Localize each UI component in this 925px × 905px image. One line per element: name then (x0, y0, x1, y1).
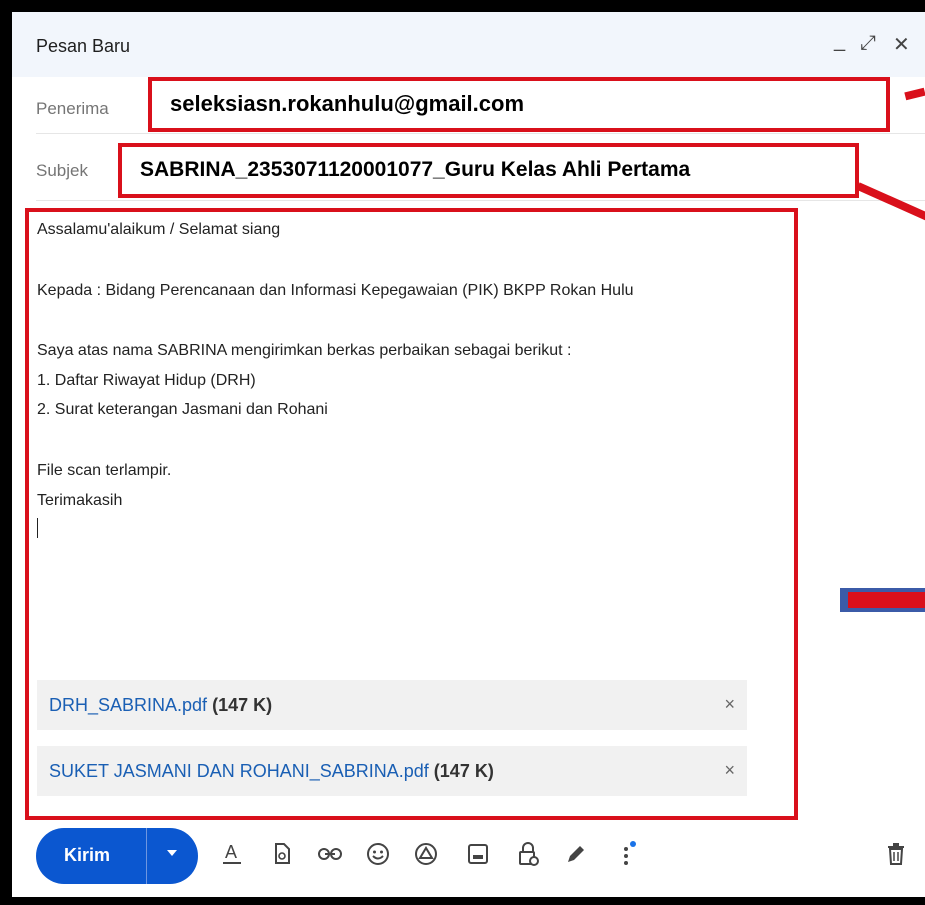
recipient-label: Penerima (36, 99, 109, 118)
send-divider (146, 828, 147, 884)
insert-photo-icon[interactable] (464, 840, 492, 868)
subject-label: Subjek (36, 161, 88, 180)
more-options-icon[interactable] (612, 840, 640, 868)
remove-attachment-icon[interactable]: × (724, 760, 735, 781)
text-cursor (37, 518, 38, 538)
subject-value: SABRINA_2353071120001077_Guru Kelas Ahli… (140, 158, 691, 181)
compose-header (12, 12, 925, 77)
attachment-name[interactable]: DRH_SABRINA.pdf (49, 695, 207, 715)
expand-icon[interactable]: ⤢ (860, 32, 876, 55)
caret-down-icon[interactable] (166, 845, 178, 861)
svg-text:A: A (225, 842, 237, 862)
divider (36, 133, 925, 134)
send-button[interactable]: Kirim (64, 845, 110, 866)
confidential-mode-icon[interactable] (514, 840, 542, 868)
attachment-size: (147 K) (433, 761, 494, 781)
body-line: 2. Surat keterangan Jasmani dan Rohani (37, 401, 328, 418)
close-icon[interactable]: ✕ (893, 32, 910, 57)
body-line: File scan terlampir. (37, 462, 172, 479)
divider (36, 200, 925, 201)
body-line: 1. Daftar Riwayat Hidup (DRH) (37, 372, 256, 389)
remove-attachment-icon[interactable]: × (724, 694, 735, 715)
recipient-value: seleksiasn.rokanhulu@gmail.com (170, 91, 525, 116)
text-format-icon[interactable]: A (218, 840, 246, 868)
minimize-button[interactable]: _ (834, 30, 845, 53)
body-line: Terimakasih (37, 492, 123, 509)
annotation-arrow (848, 592, 925, 608)
attach-file-icon[interactable] (268, 840, 296, 868)
compose-title: Pesan Baru (36, 36, 131, 56)
google-drive-icon[interactable] (412, 840, 440, 868)
attachment-link[interactable]: SUKET JASMANI DAN ROHANI_SABRINA.pdf (14… (49, 761, 494, 782)
body-line: Assalamu'alaikum / Selamat siang (37, 221, 281, 238)
signature-icon[interactable] (562, 840, 590, 868)
attachment-size: (147 K) (212, 695, 273, 715)
attachment-name[interactable]: SUKET JASMANI DAN ROHANI_SABRINA.pdf (49, 761, 429, 781)
emoji-icon[interactable] (364, 840, 392, 868)
body-line: Saya atas nama SABRINA mengirimkan berka… (37, 342, 572, 359)
insert-link-icon[interactable] (316, 840, 344, 868)
delete-icon[interactable] (882, 840, 910, 868)
send-button-group: Kirim (36, 828, 198, 884)
attachment-item[interactable]: DRH_SABRINA.pdf (147 K) × (37, 680, 747, 730)
attachment-link[interactable]: DRH_SABRINA.pdf (147 K) (49, 695, 272, 716)
attachment-item[interactable]: SUKET JASMANI DAN ROHANI_SABRINA.pdf (14… (37, 746, 747, 796)
body-line: Kepada : Bidang Perencanaan dan Informas… (37, 282, 634, 299)
